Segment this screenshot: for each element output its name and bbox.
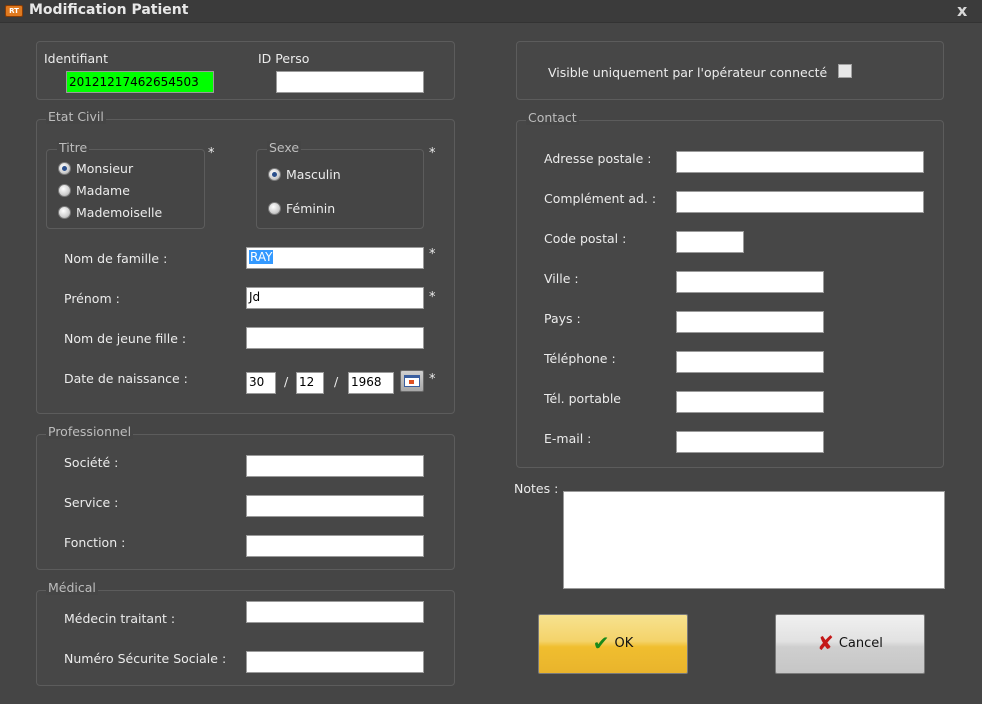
secu-label: Numéro Sécurite Sociale : — [64, 651, 227, 666]
etat-civil-legend: Etat Civil — [46, 109, 106, 124]
date-separator-2: / — [334, 374, 339, 389]
sexe-required-mark: * — [429, 146, 436, 161]
telephone-label: Téléphone : — [544, 351, 616, 366]
secu-field[interactable] — [246, 651, 424, 673]
date-separator-1: / — [284, 374, 289, 389]
radio-monsieur-label: Monsieur — [76, 161, 134, 176]
fonction-field[interactable] — [246, 535, 424, 557]
telephone-field[interactable] — [676, 351, 824, 373]
radio-madame-label: Madame — [76, 183, 130, 198]
day-field[interactable]: 30 — [246, 372, 276, 394]
radio-feminin[interactable] — [268, 202, 281, 215]
email-label: E-mail : — [544, 431, 592, 446]
radio-mademoiselle-label: Mademoiselle — [76, 205, 163, 220]
adresse-label: Adresse postale : — [544, 151, 652, 166]
radio-madame[interactable] — [58, 184, 71, 197]
cross-icon: ✘ — [817, 631, 834, 655]
identifiant-label: Identifiant — [44, 51, 108, 66]
service-field[interactable] — [246, 495, 424, 517]
app-icon: RT — [5, 5, 23, 17]
cp-label: Code postal : — [544, 231, 627, 246]
societe-label: Société : — [64, 455, 119, 470]
prenom-label: Prénom : — [64, 291, 120, 306]
calendar-icon[interactable] — [400, 370, 424, 392]
societe-field[interactable] — [246, 455, 424, 477]
id-perso-field[interactable] — [276, 71, 424, 93]
naissance-required-mark: * — [429, 372, 436, 387]
ville-label: Ville : — [544, 271, 579, 286]
notes-label: Notes : — [514, 481, 559, 496]
adresse-field[interactable] — [676, 151, 924, 173]
pays-label: Pays : — [544, 311, 581, 326]
radio-masculin-label: Masculin — [286, 167, 341, 182]
prenom-field[interactable]: Jd — [246, 287, 424, 309]
naissance-label: Date de naissance : — [64, 371, 188, 386]
identifiant-field[interactable]: 20121217462654503 — [66, 71, 214, 93]
year-field[interactable]: 1968 — [348, 372, 394, 394]
month-field[interactable]: 12 — [296, 372, 324, 394]
app-icon-text: RT — [9, 7, 19, 15]
nom-field[interactable]: RAY — [246, 247, 424, 269]
prenom-required-mark: * — [429, 290, 436, 305]
visibility-label: Visible uniquement par l'opérateur conne… — [548, 65, 828, 80]
id-perso-label: ID Perso — [258, 51, 310, 66]
jeune-fille-field[interactable] — [246, 327, 424, 349]
nom-required-mark: * — [429, 247, 436, 262]
jeune-fille-label: Nom de jeune fille : — [64, 331, 187, 346]
nom-value: RAY — [249, 250, 274, 264]
ville-field[interactable] — [676, 271, 824, 293]
cancel-button-label: Cancel — [838, 635, 883, 651]
portable-label: Tél. portable — [544, 391, 622, 406]
professionnel-legend: Professionnel — [46, 424, 134, 439]
contact-legend: Contact — [526, 110, 579, 125]
radio-feminin-label: Féminin — [286, 201, 336, 216]
visibility-checkbox[interactable] — [838, 64, 852, 78]
radio-masculin[interactable] — [268, 168, 281, 181]
medecin-label: Médecin traitant : — [64, 611, 176, 626]
calendar-glyph — [404, 375, 420, 387]
medecin-field[interactable] — [246, 601, 424, 623]
cp-field[interactable] — [676, 231, 744, 253]
fonction-label: Fonction : — [64, 535, 126, 550]
complement-field[interactable] — [676, 191, 924, 213]
complement-label: Complément ad. : — [544, 191, 657, 206]
radio-mademoiselle[interactable] — [58, 206, 71, 219]
notes-textarea[interactable] — [563, 491, 945, 589]
radio-monsieur[interactable] — [58, 162, 71, 175]
email-field[interactable] — [676, 431, 824, 453]
ok-button[interactable]: ✔ OK — [538, 614, 688, 674]
portable-field[interactable] — [676, 391, 824, 413]
window-title: Modification Patient — [29, 2, 189, 18]
titre-required-mark: * — [208, 146, 215, 161]
medical-legend: Médical — [46, 580, 98, 595]
nom-label: Nom de famille : — [64, 251, 168, 266]
sexe-group — [256, 149, 424, 229]
cancel-button[interactable]: ✘ Cancel — [775, 614, 925, 674]
close-icon[interactable]: x — [957, 1, 967, 20]
check-icon: ✔ — [592, 631, 610, 655]
pays-field[interactable] — [676, 311, 824, 333]
ok-button-label: OK — [614, 635, 634, 651]
service-label: Service : — [64, 495, 119, 510]
titre-legend: Titre — [57, 140, 90, 155]
sexe-legend: Sexe — [267, 140, 302, 155]
title-bar: RT Modification Patient x — [0, 0, 982, 23]
